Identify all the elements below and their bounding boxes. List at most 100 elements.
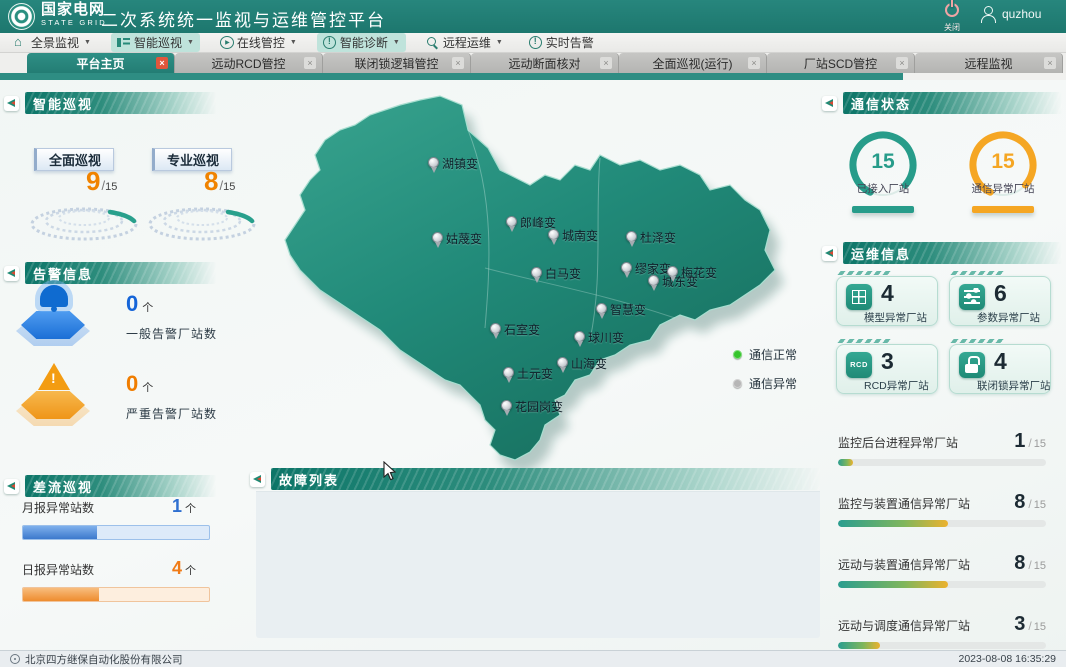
legend-label: 通信异常 [749, 375, 797, 392]
menu-item-icon [426, 36, 439, 49]
unit: 个 [185, 565, 196, 577]
tab-label: 远动断面核对 [508, 55, 580, 72]
gauge-value: 15 [966, 150, 1040, 174]
dashboard-root: 国家电网 STATE GRID 二次系统统一监视与运维管控平台 关闭 quzho… [0, 0, 1066, 667]
menu-item[interactable]: 全景监视 ▼ [8, 33, 97, 52]
panel-collapse-arrow-icon[interactable] [250, 472, 265, 487]
diff-value: 1个 [172, 496, 196, 517]
menu-item-icon [529, 36, 542, 49]
map-legend: 通信正常 通信异常 [733, 346, 797, 392]
panel-title: 故障列表 [271, 468, 820, 490]
ops-card-value: 4 [994, 348, 1007, 375]
chevron-down-icon: ▼ [290, 39, 297, 46]
legend-item: 通信异常 [733, 375, 797, 392]
brand-name-cn: 国家电网 [41, 2, 107, 17]
top-header: 国家电网 STATE GRID 二次系统统一监视与运维管控平台 关闭 quzho… [0, 0, 1066, 33]
map-pin-icon [626, 231, 637, 242]
ops-card-icon [959, 352, 985, 378]
metric-value: 8/15 [1014, 491, 1046, 514]
menu-item[interactable]: 远程运维 ▼ [420, 33, 509, 52]
panel-collapse-arrow-icon[interactable] [4, 479, 19, 494]
metric-progress-track [838, 642, 1046, 649]
alarm-unit: 个 [142, 382, 153, 394]
user-menu[interactable]: quzhou [980, 5, 1041, 23]
panel-collapse-arrow-icon[interactable] [4, 96, 19, 111]
tab-label: 远程监视 [964, 55, 1012, 72]
map-pin-icon [503, 367, 514, 378]
tab-close-icon[interactable]: × [304, 57, 316, 69]
ops-card-icon [959, 284, 985, 310]
close-label: 关闭 [936, 22, 968, 33]
station-label: 梅花变 [681, 264, 717, 281]
tab-close-icon[interactable]: × [156, 57, 168, 69]
tab-close-icon[interactable]: × [452, 57, 464, 69]
metric-value: 8/15 [1014, 552, 1046, 575]
alarm-count: 0 [126, 371, 138, 396]
panel-header-comm: 通信状态 [822, 92, 1062, 114]
patrol-gauge: 全面巡视 9/15 [28, 146, 140, 246]
diff-label: 日报异常站数 [22, 561, 94, 578]
patrol-gauge: 专业巡视 8/15 [146, 146, 258, 246]
legend-dot-icon [733, 350, 742, 359]
metric-progress-track [838, 459, 1046, 466]
panel-header-ops: 运维信息 [822, 242, 1062, 264]
tab-close-icon[interactable]: × [896, 57, 908, 69]
station-label: 智慧变 [610, 301, 646, 318]
panel-title: 差流巡视 [25, 475, 216, 497]
metric-row: 远动与调度通信异常厂站 3/15 [838, 613, 1046, 649]
total: 15 [1034, 560, 1046, 572]
value: 4 [172, 558, 182, 578]
alarm-items: 0个 一般告警厂站数 0个 严重告警厂站数 [8, 276, 218, 436]
menu-item-icon [14, 36, 27, 49]
brand-name-en: STATE GRID [41, 19, 107, 27]
station-label: 城南变 [562, 227, 598, 244]
menu-item[interactable]: 智能巡视 ▼ [111, 33, 200, 52]
panel-header-patrol: 智能巡视 [4, 92, 216, 114]
menu-item-icon [220, 36, 233, 49]
tab[interactable]: 全面巡视(运行) × [619, 53, 767, 73]
tab[interactable]: 联闭锁逻辑管控 × [323, 53, 471, 73]
gauge-value: 15 [846, 150, 920, 174]
power-icon [945, 3, 959, 17]
menu-item[interactable]: 在线管控 ▼ [214, 33, 303, 52]
ops-card[interactable]: RCD 3 RCD异常厂站 [836, 344, 938, 394]
tab-close-icon[interactable]: × [600, 57, 612, 69]
station-label: 湖镇变 [442, 155, 478, 172]
tab[interactable]: 远动断面核对 × [471, 53, 619, 73]
metric-value: 3/15 [1014, 613, 1046, 636]
metric-progress-track [838, 520, 1046, 527]
ops-card-label: 参数异常厂站 [977, 310, 1040, 325]
ops-card[interactable]: 4 联闭锁异常厂站 [949, 344, 1051, 394]
alarm-hex-icon [8, 361, 100, 431]
tab-close-icon[interactable]: × [1044, 57, 1056, 69]
close-session-button[interactable]: 关闭 [936, 3, 968, 31]
ops-card-value: 4 [881, 280, 894, 307]
ops-card[interactable]: 6 参数异常厂站 [949, 276, 1051, 326]
menu-item[interactable]: 实时告警 ▼ [523, 33, 600, 52]
station-label: 白马变 [545, 265, 581, 282]
station-label: 杜泽变 [640, 229, 676, 246]
station-label: 花园岗变 [515, 398, 563, 415]
swirl-rings-icon [28, 188, 140, 246]
alarm-count: 0 [126, 291, 138, 316]
slash: / [1028, 558, 1031, 572]
chevron-down-icon: ▼ [84, 39, 91, 46]
tab[interactable]: 远动RCD管控 × [175, 53, 323, 73]
tab[interactable]: 远程监视 × [915, 53, 1063, 73]
tab[interactable]: 厂站SCD管控 × [767, 53, 915, 73]
diff-progress-track [22, 525, 210, 540]
fault-list-body [256, 491, 820, 638]
metric-row: 监控与装置通信异常厂站 8/15 [838, 491, 1046, 527]
map-pin-icon [432, 232, 443, 243]
page-title: 二次系统统一监视与运维管控平台 [101, 6, 386, 31]
metric-progress-fill [838, 581, 948, 588]
slash: / [1028, 619, 1031, 633]
legend-dot-icon [733, 379, 742, 388]
tab[interactable]: 平台主页 × [27, 53, 175, 73]
menu-item[interactable]: 智能诊断 ▼ [317, 33, 406, 52]
tab-close-icon[interactable]: × [748, 57, 760, 69]
total: 15 [1034, 438, 1046, 450]
patrol-gauges: 全面巡视 9/15 专业巡视 8/15 [20, 146, 250, 250]
diff-progress-track [22, 587, 210, 602]
ops-card[interactable]: 4 模型异常厂站 [836, 276, 938, 326]
